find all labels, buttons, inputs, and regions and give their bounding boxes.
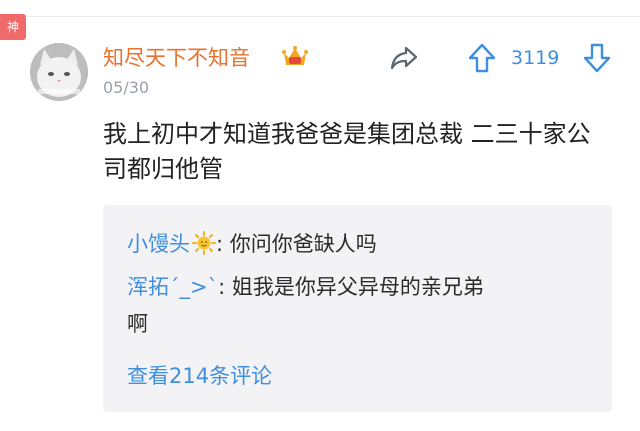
comment-text: : 你问你爸缺人吗 (216, 232, 377, 256)
crown-badge-icon (282, 44, 308, 70)
post-date: 05/30 (103, 78, 150, 97)
downvote-button[interactable] (582, 42, 612, 74)
sun-emoji-icon (192, 231, 216, 255)
comment-item[interactable]: 小馒头 : 你问你爸缺人吗 (127, 229, 377, 259)
down-arrow-icon (583, 43, 611, 73)
post-body-text: 我上初中才知道我爸爸是集团总裁 二三十家公司都归他管 (103, 120, 591, 183)
vote-count: 3119 (511, 47, 560, 69)
hot-comments-panel[interactable]: 小馒头 : 你问你爸缺人吗 浑拓´_>`: 姐我是你异父异母的亲兄弟 啊 查看2… (103, 205, 612, 412)
god-badge: 神 (0, 14, 26, 40)
comment-text: : 姐我是你异父异母的亲兄弟 (218, 275, 484, 299)
share-arrow-icon (390, 46, 418, 70)
comment-author[interactable]: 小馒头 (127, 232, 190, 256)
comment-author[interactable]: 浑拓´_>` (127, 275, 218, 299)
comment-item[interactable]: 浑拓´_>`: 姐我是你异父异母的亲兄弟 (127, 272, 587, 302)
comment-text-continued: 啊 (127, 312, 148, 336)
up-arrow-icon (468, 43, 496, 73)
share-button[interactable] (389, 44, 419, 72)
username[interactable]: 知尽天下不知音 (103, 44, 250, 72)
view-all-comments-link[interactable]: 查看214条评论 (127, 361, 272, 391)
top-divider (0, 16, 640, 17)
upvote-button[interactable] (467, 42, 497, 74)
avatar[interactable] (30, 43, 88, 101)
avatar-cat-image (30, 43, 88, 101)
